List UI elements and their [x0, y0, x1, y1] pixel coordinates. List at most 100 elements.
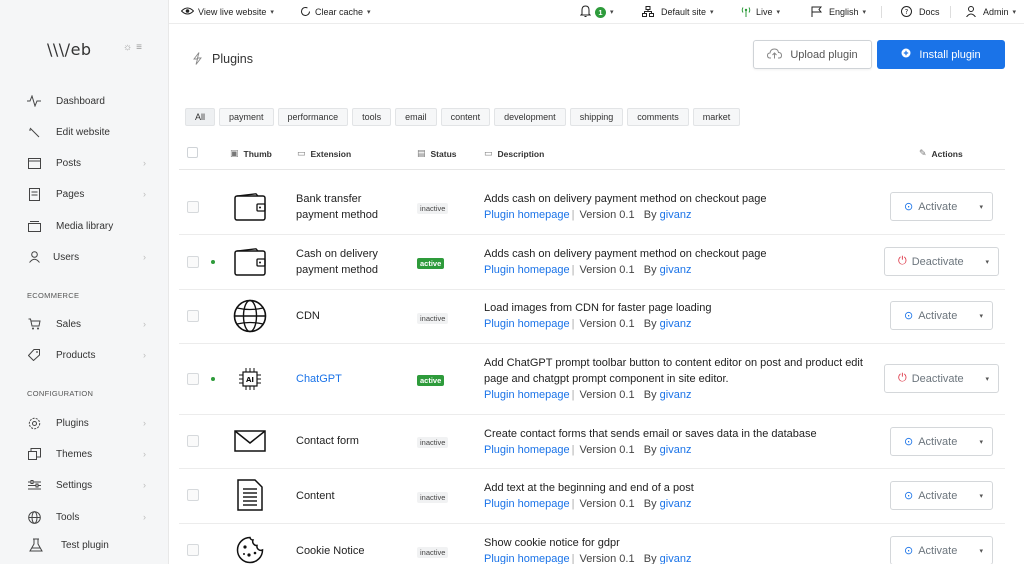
sidebar-item-label: Media library — [56, 220, 114, 232]
divider — [950, 6, 951, 18]
row-checkbox[interactable] — [187, 256, 199, 268]
sidebar-item-edit-website[interactable]: Edit website — [0, 120, 169, 144]
flask-icon — [29, 538, 43, 552]
status-badge: active — [417, 375, 445, 386]
plugin-description: Add ChatGPT prompt toolbar button to con… — [484, 357, 863, 385]
plugin-homepage-link[interactable]: Plugin homepage — [484, 264, 570, 276]
column-header-thumb[interactable]: ▣ Thumb — [230, 148, 272, 159]
default-site-dropdown[interactable]: Default site ▾ — [642, 0, 714, 24]
sidebar-item-users[interactable]: Users › — [0, 245, 169, 269]
filter-email[interactable]: email — [395, 108, 437, 126]
column-header-status[interactable]: ▤ Status — [417, 148, 457, 159]
notifications-button[interactable]: 1 ▾ — [579, 0, 614, 24]
sidebar-item-media-library[interactable]: Media library — [0, 214, 169, 238]
caret-down-icon[interactable]: ▾ — [979, 203, 983, 211]
column-header-actions[interactable]: ✎ Actions — [919, 148, 963, 159]
broadcast-icon — [740, 6, 752, 19]
select-all-checkbox[interactable] — [187, 147, 198, 158]
sidebar-item-themes[interactable]: Themes › — [0, 442, 169, 466]
caret-down-icon[interactable]: ▾ — [979, 438, 983, 446]
deactivate-button[interactable]: ⏻ Deactivate ▾ — [884, 364, 999, 393]
plugin-homepage-link[interactable]: Plugin homepage — [484, 444, 570, 456]
author-link[interactable]: givanz — [660, 444, 692, 456]
extension-name[interactable]: ChatGPT — [296, 371, 342, 387]
author-link[interactable]: givanz — [660, 264, 692, 276]
sun-icon[interactable]: ☼ — [123, 42, 132, 53]
plugin-homepage-link[interactable]: Plugin homepage — [484, 389, 570, 401]
chevron-right-icon: › — [143, 252, 146, 262]
author-link[interactable]: givanz — [660, 498, 692, 510]
plugin-homepage-link[interactable]: Plugin homepage — [484, 209, 570, 221]
docs-link[interactable]: ? Docs — [901, 0, 940, 24]
plugin-description: Load images from CDN for faster page loa… — [484, 302, 712, 314]
activate-button[interactable]: ⊙ Activate ▾ — [890, 536, 993, 564]
language-dropdown[interactable]: English ▾ — [811, 0, 866, 24]
filter-comments[interactable]: comments — [627, 108, 689, 126]
sidebar-item-label: Test plugin — [61, 539, 109, 551]
author-link[interactable]: givanz — [660, 318, 692, 330]
sidebar-item-posts[interactable]: Posts › — [0, 151, 169, 175]
row-checkbox[interactable] — [187, 373, 199, 385]
user-menu-dropdown[interactable]: Admin ▾ — [966, 0, 1016, 24]
notification-count-badge: 1 — [595, 6, 606, 18]
author-link[interactable]: givanz — [660, 553, 692, 564]
filter-market[interactable]: market — [692, 108, 741, 126]
caret-down-icon[interactable]: ▾ — [985, 375, 989, 383]
deactivate-button[interactable]: ⏻ Deactivate ▾ — [884, 247, 999, 276]
sidebar-item-label: Settings — [56, 479, 93, 491]
caret-down-icon[interactable]: ▾ — [979, 547, 983, 555]
sidebar-item-settings[interactable]: Settings › — [0, 473, 169, 497]
wand-icon — [27, 125, 41, 139]
activate-button[interactable]: ⊙ Activate ▾ — [890, 427, 993, 456]
extension-name: Cookie Notice — [296, 545, 365, 557]
power-icon: ⏻ — [898, 372, 907, 384]
posts-icon — [27, 156, 41, 170]
user-icon — [966, 5, 976, 19]
column-header-description[interactable]: ▭ Description — [484, 148, 544, 159]
filter-all[interactable]: All — [185, 108, 216, 126]
sidebar-item-tools[interactable]: Tools › — [0, 505, 169, 529]
brand-logo[interactable]: \\\/eb — [47, 40, 92, 59]
plugin-homepage-link[interactable]: Plugin homepage — [484, 498, 570, 510]
sidebar-item-label: Tools — [56, 511, 80, 523]
menu-icon[interactable]: ≡ — [136, 42, 142, 53]
filter-development[interactable]: development — [494, 108, 566, 126]
filter-content[interactable]: content — [440, 108, 491, 126]
activate-button[interactable]: ⊙ Activate ▾ — [890, 481, 993, 510]
caret-down-icon[interactable]: ▾ — [979, 312, 983, 320]
caret-down-icon[interactable]: ▾ — [985, 258, 989, 266]
sidebar-item-test-plugin[interactable]: Test plugin — [0, 533, 169, 557]
filter-performance[interactable]: performance — [277, 108, 349, 126]
clear-cache-button[interactable]: Clear cache ▾ — [300, 0, 371, 24]
sidebar-item-label: Products — [56, 349, 96, 361]
upload-plugin-button[interactable]: Upload plugin — [753, 40, 872, 69]
author-link[interactable]: givanz — [660, 389, 692, 401]
filter-payment[interactable]: payment — [219, 108, 274, 126]
sidebar-item-products[interactable]: Products › — [0, 343, 169, 367]
author-link[interactable]: givanz — [660, 209, 692, 221]
extension-name: Cash on delivery payment method — [296, 248, 378, 276]
sidebar-item-sales[interactable]: Sales › — [0, 312, 169, 336]
sidebar-item-label: Themes — [56, 448, 93, 460]
row-checkbox[interactable] — [187, 201, 199, 213]
caret-down-icon[interactable]: ▾ — [979, 492, 983, 500]
filter-shipping[interactable]: shipping — [569, 108, 624, 126]
install-plugin-button[interactable]: Install plugin — [877, 40, 1005, 69]
activate-button[interactable]: ⊙ Activate ▾ — [890, 301, 993, 330]
row-checkbox[interactable] — [187, 544, 199, 556]
live-dropdown[interactable]: Live ▾ — [740, 0, 780, 24]
plugin-homepage-link[interactable]: Plugin homepage — [484, 318, 570, 330]
filter-tools[interactable]: tools — [352, 108, 392, 126]
view-live-website-button[interactable]: View live website ▾ — [180, 0, 274, 24]
row-checkbox[interactable] — [187, 310, 199, 322]
sidebar-item-pages[interactable]: Pages › — [0, 182, 169, 206]
row-checkbox[interactable] — [187, 435, 199, 447]
power-icon: ⊙ — [904, 201, 914, 213]
activate-button[interactable]: ⊙ Activate ▾ — [890, 192, 993, 221]
plugin-homepage-link[interactable]: Plugin homepage — [484, 553, 570, 564]
table-row: Cash on delivery payment method active Ad… — [179, 235, 1005, 290]
column-header-extension[interactable]: ▭ Extension — [297, 148, 351, 159]
row-checkbox[interactable] — [187, 489, 199, 501]
sidebar-item-dashboard[interactable]: Dashboard — [0, 89, 169, 113]
sidebar-item-plugins[interactable]: Plugins › — [0, 411, 169, 435]
